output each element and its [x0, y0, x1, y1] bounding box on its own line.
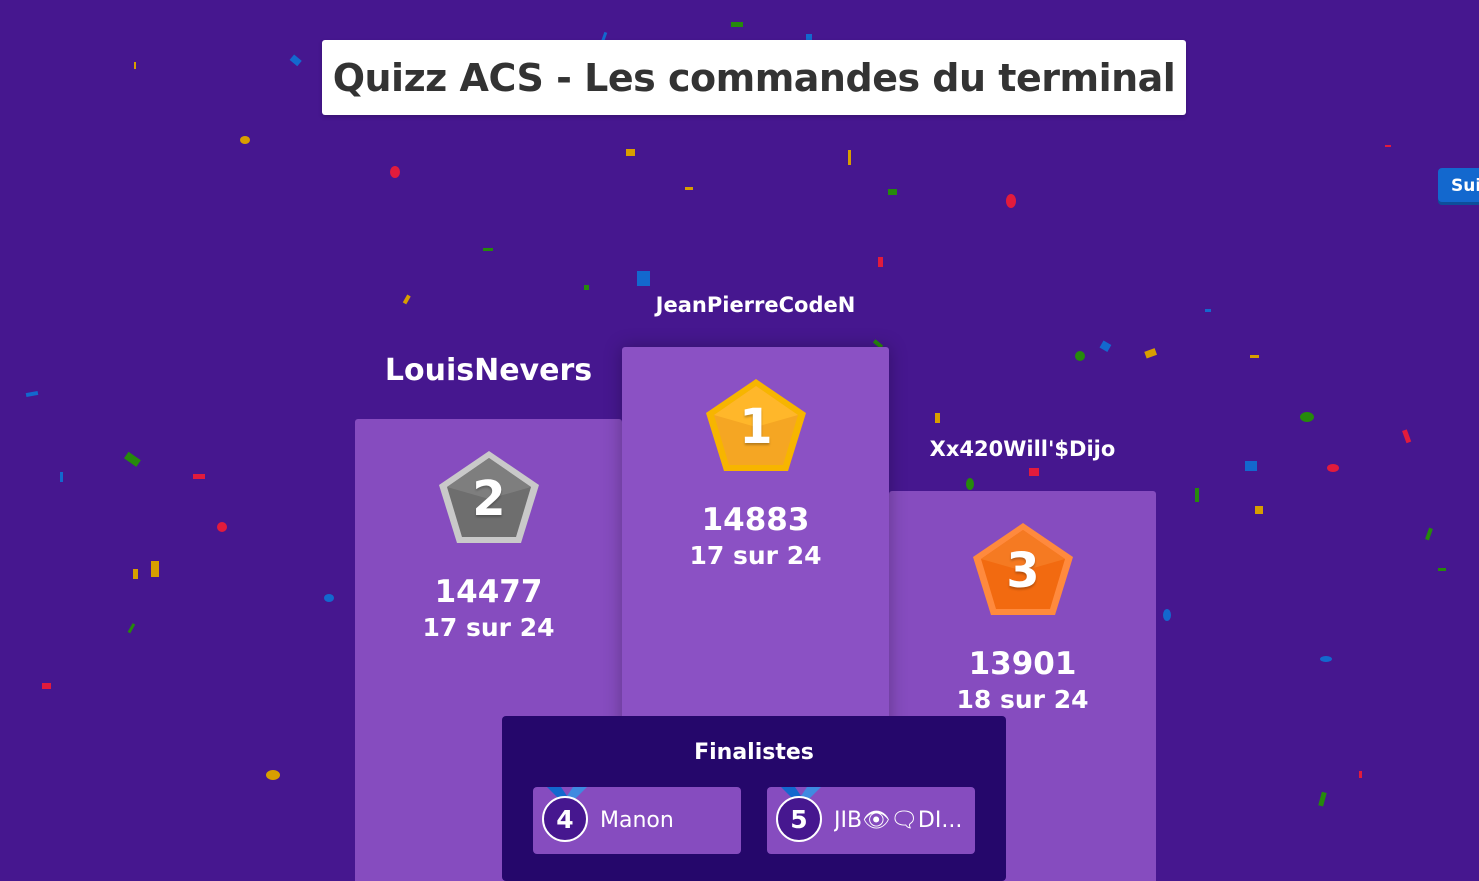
medal-rank-2: 2 [472, 471, 506, 527]
correct-count-2: 17 sur 24 [422, 613, 555, 642]
podium-screen: Quizz ACS - Les commandes du terminal Su… [0, 0, 1479, 881]
medal-rank-1: 1 [739, 399, 773, 455]
finalist-rank-5: 5 [776, 796, 822, 842]
score-2: 14477 [434, 574, 543, 610]
score-3: 13901 [968, 646, 1077, 682]
quiz-title-box: Quizz ACS - Les commandes du terminal [322, 40, 1186, 115]
finalist-name-4: Manon [600, 808, 674, 833]
podium-name-2: LouisNevers [384, 353, 593, 388]
score-1: 14883 [701, 502, 810, 538]
medal-rank-3: 3 [1006, 543, 1040, 599]
podium-name-1: JeanPierreCodeN [655, 293, 856, 317]
finalists-title: Finalistes [694, 740, 814, 765]
finalist-card-5: 5 JIB👁🗨DI... [767, 787, 975, 854]
next-button[interactable]: Suivant [1438, 168, 1479, 205]
bronze-medal-icon: 3 [969, 519, 1077, 619]
silver-medal-icon: 2 [435, 447, 543, 547]
correct-count-1: 17 sur 24 [689, 541, 822, 570]
quiz-title: Quizz ACS - Les commandes du terminal [332, 55, 1176, 100]
correct-count-3: 18 sur 24 [956, 685, 1089, 714]
finalists-panel: Finalistes 4 Manon 5 JIB👁🗨DI... [502, 716, 1006, 881]
gold-medal-icon: 1 [702, 375, 810, 475]
finalist-card-4: 4 Manon [533, 787, 741, 854]
podium-name-3: Xx420Will'$Dijo [929, 437, 1116, 461]
finalist-rank-4: 4 [542, 796, 588, 842]
finalist-name-5: JIB👁🗨DI... [834, 808, 963, 833]
